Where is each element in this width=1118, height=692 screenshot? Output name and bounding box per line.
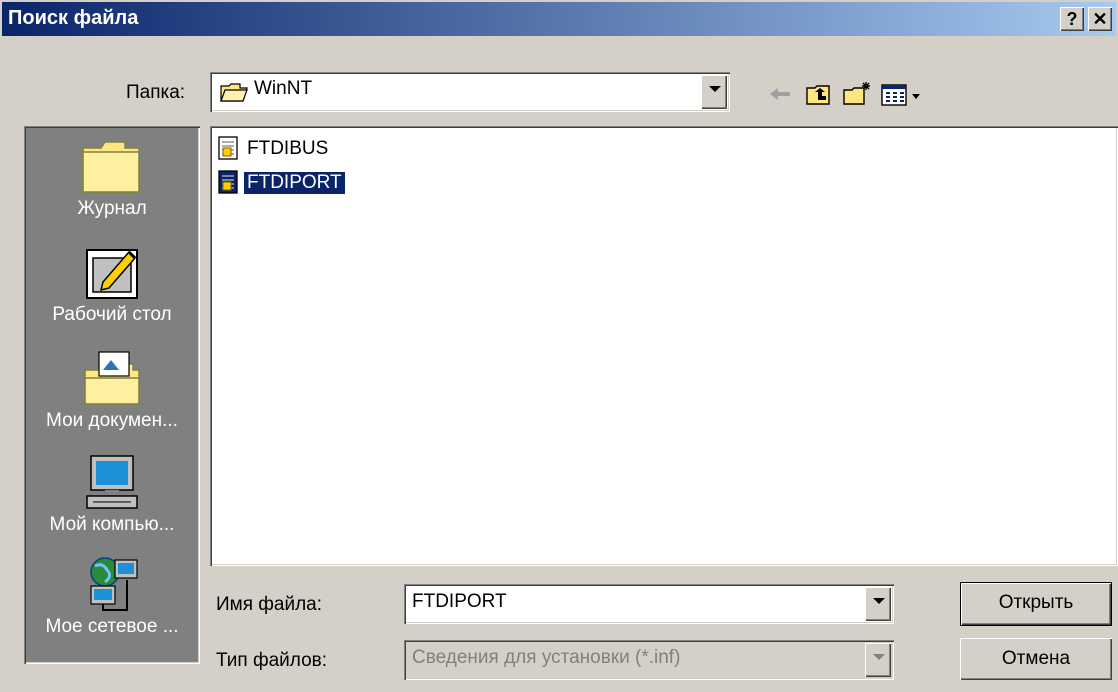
window-title: Поиск файла (8, 7, 139, 29)
place-label: Мой компью... (49, 514, 175, 535)
filename-value: FTDIPORT (412, 591, 507, 612)
filename-dropdown-button[interactable] (865, 587, 891, 621)
filename-field[interactable]: FTDIPORT (404, 584, 894, 624)
inf-file-icon (218, 170, 238, 194)
filetype-value: Сведения для установки (*.inf) (412, 647, 681, 668)
back-arrow-icon[interactable] (766, 80, 796, 108)
open-button[interactable]: Открыть (960, 582, 1112, 626)
place-label: Мое сетевое ... (45, 616, 179, 637)
places-bar: Журнал Рабочий стол Мои докумен... Мой к… (24, 126, 200, 664)
file-list[interactable]: FTDIBUS FTDIPORT (210, 126, 1118, 566)
title-bar[interactable]: Поиск файла ? ✕ (2, 2, 1116, 36)
place-label: Рабочий стол (52, 304, 172, 325)
cancel-button-label: Отмена (1001, 648, 1071, 669)
folder-value: WinNT (254, 78, 313, 99)
chevron-down-icon (873, 598, 885, 604)
place-my-computer[interactable]: Мой компью... (24, 452, 200, 536)
history-folder-icon (82, 141, 140, 193)
filename-label: Имя файла: (216, 594, 323, 615)
my-computer-icon (86, 455, 138, 509)
new-folder-icon[interactable] (842, 80, 872, 108)
file-name: FTDIBUS (247, 138, 329, 159)
folder-label: Папка: (126, 82, 186, 103)
filetype-select[interactable]: Сведения для установки (*.inf) (404, 640, 894, 680)
folder-dropdown-button[interactable] (701, 75, 727, 109)
place-desktop[interactable]: Рабочий стол (24, 242, 200, 326)
view-menu-icon[interactable] (880, 80, 932, 108)
close-button[interactable]: ✕ (1088, 7, 1112, 31)
up-folder-icon[interactable] (804, 80, 834, 108)
place-label: Мои докумен... (46, 410, 178, 431)
chevron-down-icon (873, 654, 885, 660)
place-history[interactable]: Журнал (24, 136, 200, 220)
filetype-dropdown-button[interactable] (865, 643, 891, 677)
place-network[interactable]: Мое сетевое ... (24, 554, 200, 638)
my-documents-icon (84, 351, 140, 405)
help-button[interactable]: ? (1060, 7, 1084, 31)
file-name: FTDIPORT (244, 172, 345, 194)
file-open-dialog: Поиск файла ? ✕ Папка: WinNT Журнал Рабо… (0, 0, 1118, 692)
place-label: Журнал (77, 198, 147, 219)
place-my-documents[interactable]: Мои докумен... (24, 348, 200, 432)
network-places-icon (90, 557, 138, 611)
desktop-icon (86, 249, 138, 299)
open-button-label: Открыть (998, 592, 1074, 613)
folder-icon (220, 83, 248, 102)
filetype-label: Тип файлов: (216, 650, 328, 671)
folder-combo[interactable]: WinNT (210, 72, 730, 112)
chevron-down-icon (709, 86, 721, 92)
cancel-button[interactable]: Отмена (960, 638, 1112, 680)
inf-file-icon (218, 136, 238, 160)
